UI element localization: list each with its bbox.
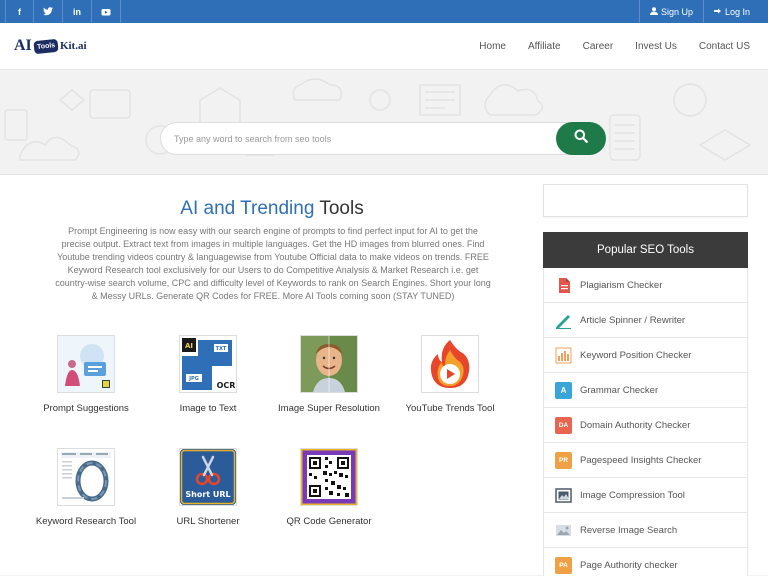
keyword-research-thumbnail [57, 448, 115, 506]
sidebar-item-label: Page Authority checker [580, 559, 678, 571]
image-compress-icon [555, 487, 572, 504]
tool-card-qr-code-generator[interactable]: QR Code Generator [269, 448, 389, 528]
image-super-resolution-thumbnail [300, 335, 358, 393]
logo-part-tools: Tools [33, 38, 59, 54]
sidebar-item-page-authority-checker[interactable]: PA Page Authority checker [543, 548, 748, 576]
tool-card-prompt-suggestions[interactable]: Prompt Suggestions [26, 335, 146, 415]
pr-icon: PR [555, 451, 572, 469]
popular-seo-tools-heading: Popular SEO Tools [543, 232, 748, 268]
search-button[interactable] [556, 122, 606, 155]
title-highlight: AI and Trending [180, 198, 315, 219]
main-column: AI and Trending Tools Prompt Engineering… [0, 175, 530, 575]
sidebar-item-pagespeed-insights-checker[interactable]: PR Pagespeed Insights Checker [543, 443, 748, 478]
social-links: f in [0, 0, 121, 23]
image-to-text-jpg-text: JPG [188, 376, 199, 382]
tool-card-image-super-resolution[interactable]: Image Super Resolution [269, 335, 389, 415]
logo-part-kit: Kit.ai [59, 40, 87, 52]
bar-chart-icon [555, 347, 572, 364]
auth-links: Sign Up Log In [638, 0, 768, 23]
sidebar-item-label: Pagespeed Insights Checker [580, 454, 702, 466]
tool-card-url-shortener[interactable]: Short URL URL Shortener [148, 448, 268, 528]
tool-card-youtube-trends[interactable]: YouTube Trends Tool [390, 335, 510, 415]
sidebar-item-label: Domain Authority Checker [580, 419, 691, 431]
sidebar-item-article-spinner[interactable]: Article Spinner / Rewriter [543, 303, 748, 338]
user-icon [649, 6, 658, 17]
sidebar-item-keyword-position-checker[interactable]: Keyword Position Checker [543, 338, 748, 373]
page-title: AI and Trending Tools [0, 198, 544, 220]
grammar-icon: A [555, 381, 572, 399]
site-logo[interactable]: AI Tools Kit.ai [14, 37, 87, 55]
sidebar-item-plagiarism-checker[interactable]: Plagiarism Checker [543, 268, 748, 303]
sidebar-item-image-compression-tool[interactable]: Image Compression Tool [543, 478, 748, 513]
tool-label: Keyword Research Tool [35, 516, 137, 527]
image-icon [555, 522, 572, 539]
url-shortener-thumbnail: Short URL [179, 448, 237, 506]
nav-career[interactable]: Career [583, 41, 614, 52]
tool-card-keyword-research[interactable]: Keyword Research Tool [26, 448, 146, 528]
tool-label: YouTube Trends Tool [405, 403, 495, 414]
image-to-text-ai-text: AI [185, 342, 193, 350]
nav-affiliate[interactable]: Affiliate [528, 41, 561, 52]
image-to-text-thumbnail: AI TXT JPG OCR [179, 335, 237, 393]
prompt-suggestions-thumbnail [57, 335, 115, 393]
pen-icon [555, 312, 572, 329]
sidebar-item-domain-authority-checker[interactable]: DA Domain Authority Checker [543, 408, 748, 443]
tool-card-image-to-text[interactable]: AI TXT JPG OCR Image to Text [148, 335, 268, 415]
signup-link[interactable]: Sign Up [638, 0, 703, 23]
login-label: Log In [724, 6, 750, 17]
tool-label: URL Shortener [176, 516, 240, 527]
plagiarism-icon [555, 277, 572, 294]
sidebar-item-label: Reverse Image Search [580, 524, 678, 536]
sidebar: Popular SEO Tools Plagiarism Checker Art… [543, 184, 748, 576]
login-icon [713, 7, 722, 17]
top-bar: f in Sign Up Log In [0, 0, 768, 23]
sidebar-item-label: Image Compression Tool [580, 489, 685, 501]
sidebar-item-label: Grammar Checker [580, 384, 659, 396]
content-area: AI and Trending Tools Prompt Engineering… [0, 175, 768, 576]
search-bar [160, 122, 606, 155]
image-to-text-ocr-text: OCR [217, 381, 236, 390]
sidebar-ad-slot [543, 184, 748, 217]
sidebar-item-label: Plagiarism Checker [580, 279, 663, 291]
facebook-icon[interactable]: f [5, 0, 34, 23]
url-shortener-thumb-text: Short URL [185, 490, 230, 499]
youtube-icon[interactable] [92, 0, 121, 23]
linkedin-icon[interactable]: in [63, 0, 92, 23]
youtube-trends-thumbnail [421, 335, 479, 393]
tool-label: QR Code Generator [286, 516, 372, 527]
tool-label: Image to Text [179, 403, 237, 414]
pa-icon: PA [555, 556, 572, 574]
hero-search-section [0, 70, 768, 175]
search-icon [574, 129, 588, 148]
nav-home[interactable]: Home [479, 41, 506, 52]
sidebar-item-label: Article Spinner / Rewriter [580, 314, 686, 326]
sidebar-item-reverse-image-search[interactable]: Reverse Image Search [543, 513, 748, 548]
sidebar-item-grammar-checker[interactable]: A Grammar Checker [543, 373, 748, 408]
qr-code-generator-thumbnail [300, 448, 358, 506]
signup-label: Sign Up [660, 6, 693, 17]
tool-label: Image Super Resolution [278, 403, 380, 414]
page-description: Prompt Engineering is now easy with our … [55, 226, 491, 301]
search-input[interactable] [161, 133, 556, 144]
da-icon: DA [555, 416, 572, 434]
nav-invest-us[interactable]: Invest Us [635, 41, 677, 52]
image-to-text-txt-text: TXT [216, 346, 227, 352]
twitter-icon[interactable] [34, 0, 63, 23]
logo-part-ai: AI [14, 37, 32, 54]
login-link[interactable]: Log In [702, 0, 760, 23]
sidebar-item-label: Keyword Position Checker [580, 349, 692, 361]
nav-menu: Home Affiliate Career Invest Us Contact … [479, 41, 750, 52]
nav-contact-us[interactable]: Contact US [699, 41, 750, 52]
tool-label: Prompt Suggestions [43, 403, 129, 414]
title-rest: Tools [319, 198, 364, 219]
main-navbar: AI Tools Kit.ai Home Affiliate Career In… [0, 23, 768, 70]
